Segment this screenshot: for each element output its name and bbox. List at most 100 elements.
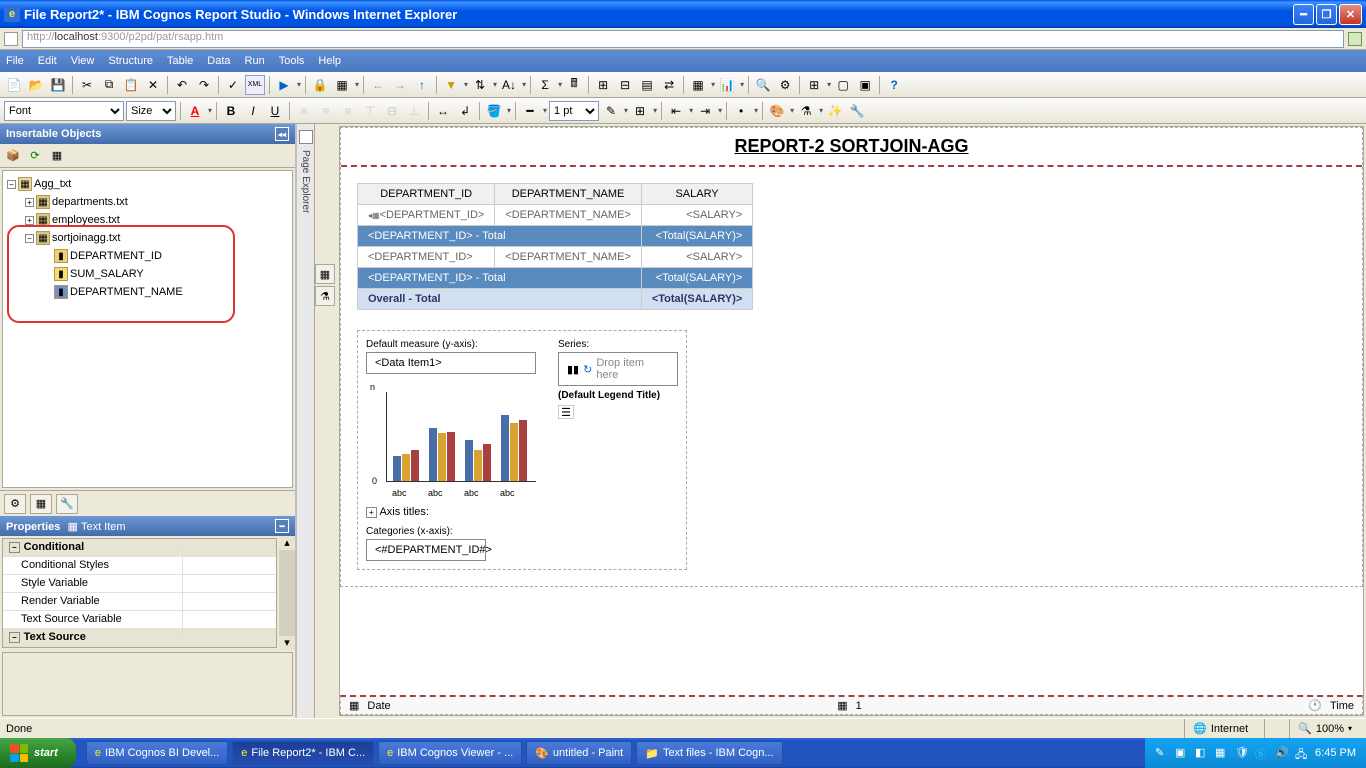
total-cell[interactable]: <DEPARTMENT_ID> - Total <box>358 226 642 247</box>
chart-icon[interactable]: 📊 <box>717 75 737 95</box>
tray-icon[interactable]: ◧ <box>1195 746 1209 760</box>
menu-run[interactable]: Run <box>245 55 265 67</box>
paste-icon[interactable]: 📋 <box>121 75 141 95</box>
overall-cell[interactable]: <Total(SALARY)> <box>641 289 752 310</box>
tray-icon[interactable]: 🛡 <box>1235 746 1249 760</box>
chart-preview[interactable]: n 0 abc abc abc abc <box>366 382 546 502</box>
data-items-tab-icon[interactable]: ▦ <box>30 494 52 514</box>
report-title[interactable]: REPORT-2 SORTJOIN-AGG <box>734 136 968 156</box>
bullets-icon[interactable]: • <box>731 101 751 121</box>
condition-explorer-icon[interactable]: ⚗ <box>315 286 335 306</box>
footer-time[interactable]: Time <box>1330 700 1354 712</box>
vars-icon[interactable]: ▣ <box>855 75 875 95</box>
prop-row[interactable]: Style Variable <box>3 575 276 593</box>
data-cell[interactable]: <DEPARTMENT_NAME> <box>495 205 642 226</box>
headers2-icon[interactable]: ▦ <box>688 75 708 95</box>
tray-icon[interactable]: ▣ <box>1175 746 1189 760</box>
lock-icon[interactable]: 🔒 <box>310 75 330 95</box>
summarize-icon[interactable]: Σ <box>535 75 555 95</box>
italic-icon[interactable]: I <box>243 101 263 121</box>
refresh-icon[interactable] <box>1348 32 1362 46</box>
prop-group-conditional[interactable]: −Conditional <box>3 539 276 557</box>
prop-group-text-source[interactable]: −Text Source <box>3 629 276 647</box>
categories-drop-zone[interactable]: <#DEPARTMENT_ID#> <box>366 539 486 561</box>
line-weight-select[interactable]: 1 pt <box>549 101 599 121</box>
drill-icon[interactable]: 🔍 <box>753 75 773 95</box>
tree-node-departments[interactable]: + ▦ departments.txt <box>25 193 288 211</box>
legend-title[interactable]: (Default Legend Title) <box>558 390 678 401</box>
headers-icon[interactable]: ▦ <box>332 75 352 95</box>
insert-table-icon[interactable]: ⊞ <box>804 75 824 95</box>
menu-view[interactable]: View <box>71 55 95 67</box>
reset-style-icon[interactable]: 🔧 <box>847 101 867 121</box>
clock[interactable]: 6:45 PM <box>1315 747 1356 759</box>
zoom-control[interactable]: 🔍 100% ▾ <box>1289 719 1360 738</box>
align-center-icon[interactable]: ≡ <box>316 101 336 121</box>
menu-tools[interactable]: Tools <box>279 55 305 67</box>
nowrap-icon[interactable]: ↔ <box>433 101 453 121</box>
menu-data[interactable]: Data <box>207 55 230 67</box>
size-select[interactable]: Size <box>126 101 176 121</box>
task-button[interactable]: eIBM Cognos Viewer - ... <box>378 741 522 765</box>
minimize-button[interactable]: ━ <box>1293 4 1314 25</box>
axis-titles-label[interactable]: + Axis titles: <box>366 506 546 518</box>
data-cell[interactable]: <SALARY> <box>641 205 752 226</box>
font-color-icon[interactable]: A <box>185 101 205 121</box>
source-tab-icon[interactable]: ⚙ <box>4 494 26 514</box>
redo-icon[interactable]: ↷ <box>194 75 214 95</box>
cond-style-icon[interactable]: ⚗ <box>796 101 816 121</box>
toolbox-tab-icon[interactable]: 🔧 <box>56 494 78 514</box>
total-cell[interactable]: <Total(SALARY)> <box>641 226 752 247</box>
total-cell[interactable]: <Total(SALARY)> <box>641 268 752 289</box>
prop-row[interactable]: Text Source Variable <box>3 611 276 629</box>
tray-icon[interactable]: ✎ <box>1155 746 1169 760</box>
build-icon[interactable]: ⚙ <box>775 75 795 95</box>
xml-icon[interactable]: XML <box>245 75 265 95</box>
close-button[interactable]: ✕ <box>1339 4 1362 25</box>
list-report[interactable]: DEPARTMENT_ID DEPARTMENT_NAME SALARY ◂▦<… <box>357 183 753 310</box>
menu-table[interactable]: Table <box>167 55 193 67</box>
page-explorer-tab[interactable]: Page Explorer <box>297 124 315 718</box>
group-icon[interactable]: ⊞ <box>593 75 613 95</box>
tree-collapse-icon[interactable]: − <box>7 180 16 189</box>
open-icon[interactable]: 📂 <box>26 75 46 95</box>
indent-dec-icon[interactable]: ⇤ <box>666 101 686 121</box>
validate-icon[interactable]: ✓ <box>223 75 243 95</box>
task-button[interactable]: 📁Text files - IBM Cogn... <box>636 741 782 765</box>
borders-icon[interactable]: ⊞ <box>630 101 650 121</box>
network-icon[interactable]: 🖧 <box>1295 746 1309 760</box>
section-icon[interactable]: ▤ <box>637 75 657 95</box>
prop-row[interactable]: Conditional Styles <box>3 557 276 575</box>
menu-structure[interactable]: Structure <box>108 55 153 67</box>
cut-icon[interactable]: ✂ <box>77 75 97 95</box>
up-icon[interactable]: ↑ <box>412 75 432 95</box>
align-left-icon[interactable]: ≡ <box>294 101 314 121</box>
column-header[interactable]: SALARY <box>641 184 752 205</box>
menu-file[interactable]: File <box>6 55 24 67</box>
class-icon[interactable]: ▢ <box>833 75 853 95</box>
line-color-icon[interactable]: ✎ <box>601 101 621 121</box>
maximize-button[interactable]: ❐ <box>1316 4 1337 25</box>
overall-cell[interactable]: Overall - Total <box>358 289 642 310</box>
url-input[interactable]: http://localhost:9300/p2pd/pat/rsapp.htm <box>22 30 1344 48</box>
indent-inc-icon[interactable]: ⇥ <box>695 101 715 121</box>
swap-icon[interactable]: ⇄ <box>659 75 679 95</box>
data-cell[interactable]: <SALARY> <box>641 247 752 268</box>
forward-icon[interactable]: → <box>390 75 410 95</box>
font-select[interactable]: Font <box>4 101 124 121</box>
undo-icon[interactable]: ↶ <box>172 75 192 95</box>
tray-icon[interactable]: ⓑ <box>1255 746 1269 760</box>
tree-expand-icon[interactable]: + <box>25 198 34 207</box>
footer-page[interactable]: 1 <box>856 700 862 712</box>
help-icon[interactable]: ? <box>884 75 904 95</box>
tree-node-root[interactable]: − ▦ Agg_txt <box>7 175 288 193</box>
line-style-icon[interactable]: ━ <box>520 101 540 121</box>
bold-icon[interactable]: B <box>221 101 241 121</box>
collapse-properties-icon[interactable]: ━ <box>275 519 289 533</box>
calc-icon[interactable]: 🖩 <box>564 75 584 95</box>
measure-drop-zone[interactable]: <Data Item1> <box>366 352 536 374</box>
start-button[interactable]: start <box>0 738 76 768</box>
prop-row[interactable]: Render Variable <box>3 593 276 611</box>
data-cell[interactable]: <DEPARTMENT_NAME> <box>495 247 642 268</box>
task-button[interactable]: eFile Report2* - IBM C... <box>232 741 374 765</box>
